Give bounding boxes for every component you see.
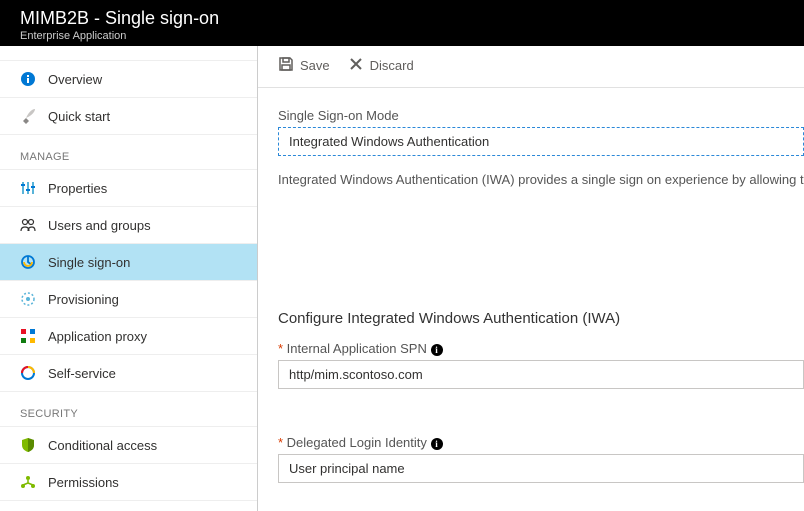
discard-button[interactable]: Discard [348, 56, 414, 75]
spn-input[interactable]: http/mim.scontoso.com [278, 360, 804, 389]
sidebar-item-users-groups[interactable]: Users and groups [0, 207, 257, 244]
blade-title: MIMB2B - Single sign-on [20, 8, 784, 29]
mode-value: Integrated Windows Authentication [289, 134, 489, 149]
sidebar-item-overview[interactable]: Overview [0, 60, 257, 98]
sidebar-item-label: Properties [48, 181, 107, 196]
sidebar-item-label: Users and groups [48, 218, 151, 233]
sidebar-item-app-proxy[interactable]: Application proxy [0, 318, 257, 355]
sidebar-item-sso[interactable]: Single sign-on [0, 244, 257, 281]
spn-value: http/mim.scontoso.com [289, 367, 423, 382]
identity-label: Delegated Login Identity i [278, 435, 804, 450]
save-button[interactable]: Save [278, 56, 330, 75]
mode-label: Single Sign-on Mode [278, 108, 804, 123]
sidebar-heading-manage: MANAGE [0, 141, 257, 169]
sidebar-item-label: Self-service [48, 366, 116, 381]
sidebar-item-conditional-access[interactable]: Conditional access [0, 426, 257, 464]
sidebar-item-label: Application proxy [48, 329, 147, 344]
config-heading: Configure Integrated Windows Authenticat… [278, 310, 804, 327]
mode-select[interactable]: Integrated Windows Authentication [278, 127, 804, 156]
sidebar-item-quickstart[interactable]: Quick start [0, 98, 257, 135]
sidebar: Overview Quick start MANAGE Properties U… [0, 46, 258, 511]
sidebar-heading-security: SECURITY [0, 398, 257, 426]
sidebar-item-label: Provisioning [48, 292, 119, 307]
users-icon [20, 217, 36, 233]
info-icon [20, 71, 36, 87]
sidebar-item-label: Single sign-on [48, 255, 130, 270]
save-label: Save [300, 58, 330, 73]
spn-label: Internal Application SPN i [278, 341, 804, 356]
sidebar-item-label: Permissions [48, 475, 119, 490]
sliders-icon [20, 180, 36, 196]
app-proxy-icon [20, 328, 36, 344]
identity-value: User principal name [289, 461, 405, 476]
mode-description: Integrated Windows Authentication (IWA) … [278, 170, 804, 190]
info-icon[interactable]: i [431, 344, 443, 356]
save-icon [278, 56, 294, 75]
close-icon [348, 56, 364, 75]
sidebar-item-provisioning[interactable]: Provisioning [0, 281, 257, 318]
discard-label: Discard [370, 58, 414, 73]
blade-subtitle: Enterprise Application [20, 30, 784, 42]
toolbar: Save Discard [258, 46, 804, 88]
key-icon [20, 254, 36, 270]
blade-header: MIMB2B - Single sign-on Enterprise Appli… [0, 0, 804, 46]
sidebar-item-label: Conditional access [48, 438, 157, 453]
provisioning-icon [20, 291, 36, 307]
sidebar-item-label: Quick start [48, 109, 110, 124]
info-icon[interactable]: i [431, 438, 443, 450]
shield-icon [20, 437, 36, 453]
content-pane: Save Discard Single Sign-on Mode Integra… [258, 46, 804, 511]
self-service-icon [20, 365, 36, 381]
rocket-icon [20, 108, 36, 124]
sidebar-item-self-service[interactable]: Self-service [0, 355, 257, 392]
identity-select[interactable]: User principal name [278, 454, 804, 483]
sidebar-item-permissions[interactable]: Permissions [0, 464, 257, 501]
sidebar-item-properties[interactable]: Properties [0, 169, 257, 207]
permissions-icon [20, 474, 36, 490]
sidebar-item-label: Overview [48, 72, 102, 87]
